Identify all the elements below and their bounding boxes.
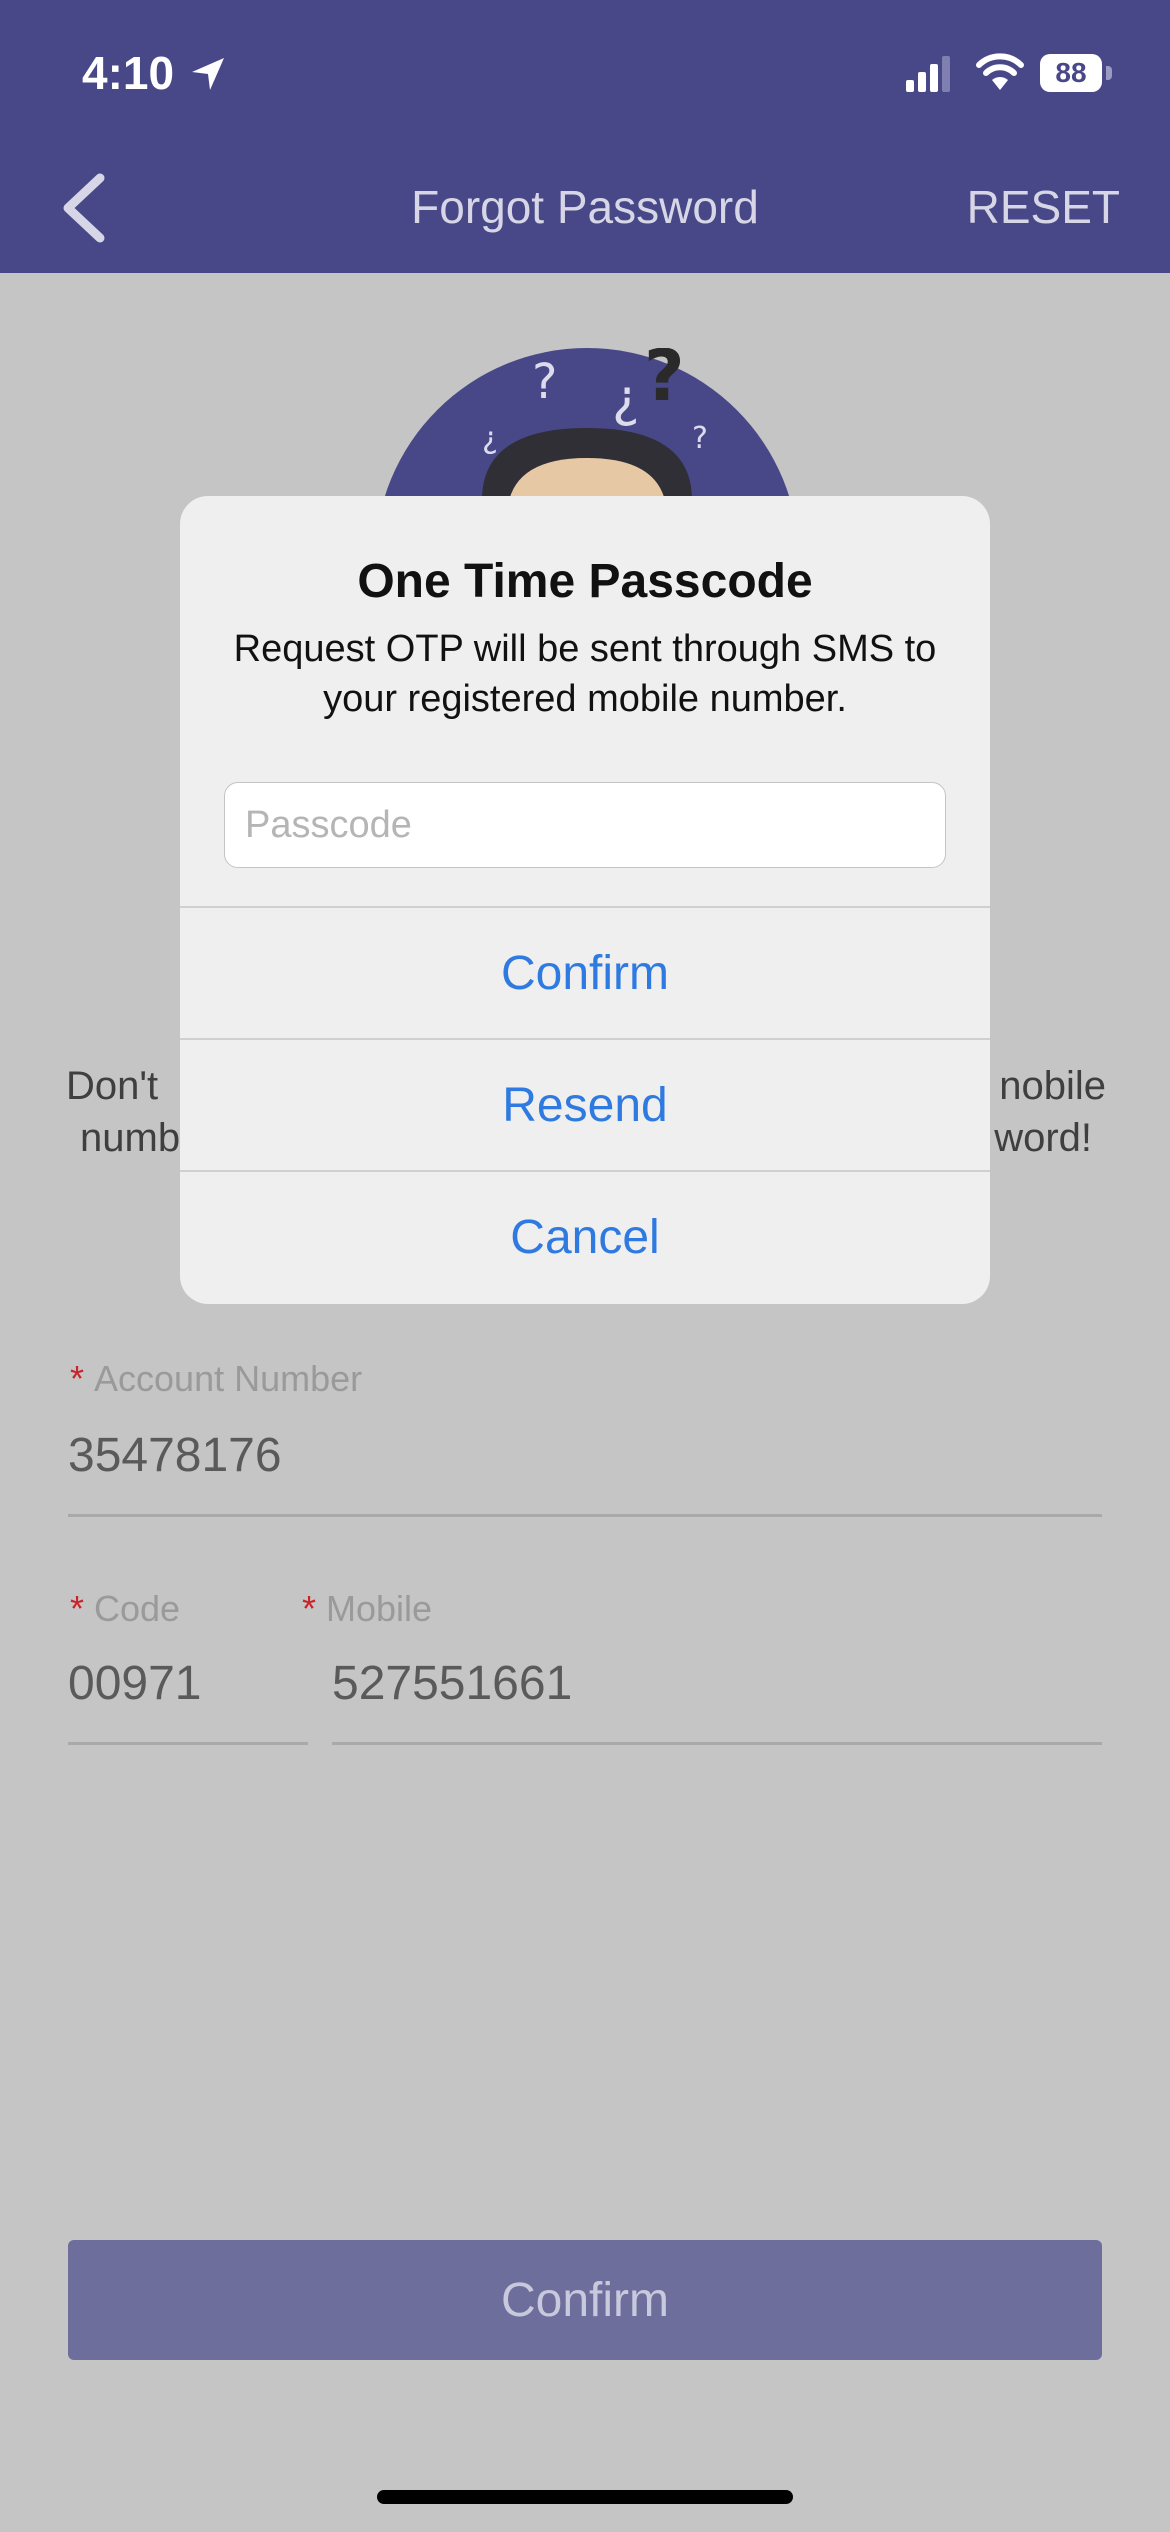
- mobile-number-field[interactable]: 527551661: [332, 1656, 572, 1711]
- svg-text:?: ?: [532, 354, 557, 410]
- mobile-underline: [332, 1742, 1102, 1745]
- dialog-title: One Time Passcode: [357, 555, 813, 608]
- dialog-confirm-button[interactable]: Confirm: [180, 908, 990, 1038]
- required-marker: *: [70, 1358, 85, 1399]
- svg-text:¿: ¿: [482, 421, 498, 456]
- account-number-label-text: Account Number: [94, 1358, 363, 1399]
- location-arrow-icon: [192, 58, 224, 90]
- svg-text:?: ?: [644, 348, 685, 417]
- passcode-input[interactable]: [224, 782, 946, 868]
- dialog-cancel-button[interactable]: Cancel: [180, 1172, 990, 1302]
- battery-icon: 88: [1040, 54, 1114, 94]
- status-time: 4:10: [82, 47, 175, 99]
- svg-text:?: ?: [692, 421, 708, 456]
- account-number-underline: [68, 1514, 1102, 1517]
- mobile-label-text: Mobile: [326, 1588, 433, 1629]
- account-number-label: * Account Number: [70, 1358, 362, 1400]
- country-code-field[interactable]: 00971: [68, 1656, 201, 1711]
- wifi-icon: [976, 53, 1024, 90]
- otp-dialog: One Time Passcode Request OTP will be se…: [180, 496, 990, 1304]
- account-number-field[interactable]: 35478176: [68, 1428, 282, 1483]
- required-marker: *: [302, 1588, 317, 1629]
- navigation-header: 4:10 88 Forgot Password RESET: [0, 0, 1170, 273]
- reset-button[interactable]: RESET: [967, 180, 1120, 234]
- dialog-message: Request OTP will be sent through SMS to …: [233, 628, 937, 720]
- home-indicator[interactable]: [377, 2490, 793, 2504]
- instructions-line1-left: Don't: [66, 1064, 159, 1108]
- svg-text:¿: ¿: [612, 369, 640, 429]
- battery-level: 88: [1040, 54, 1102, 92]
- cellular-signal-icon: [906, 56, 950, 92]
- required-marker: *: [70, 1588, 85, 1629]
- code-label: * Code: [70, 1588, 180, 1630]
- code-label-text: Code: [94, 1588, 181, 1629]
- code-underline: [68, 1742, 308, 1745]
- confirm-button[interactable]: Confirm: [68, 2240, 1102, 2360]
- instructions-line1-right: nobile: [999, 1064, 1106, 1108]
- instructions-line2-left: numb: [80, 1116, 181, 1160]
- dialog-resend-button[interactable]: Resend: [180, 1040, 990, 1170]
- mobile-label: * Mobile: [302, 1588, 432, 1630]
- instructions-line2-right: word!: [994, 1116, 1092, 1160]
